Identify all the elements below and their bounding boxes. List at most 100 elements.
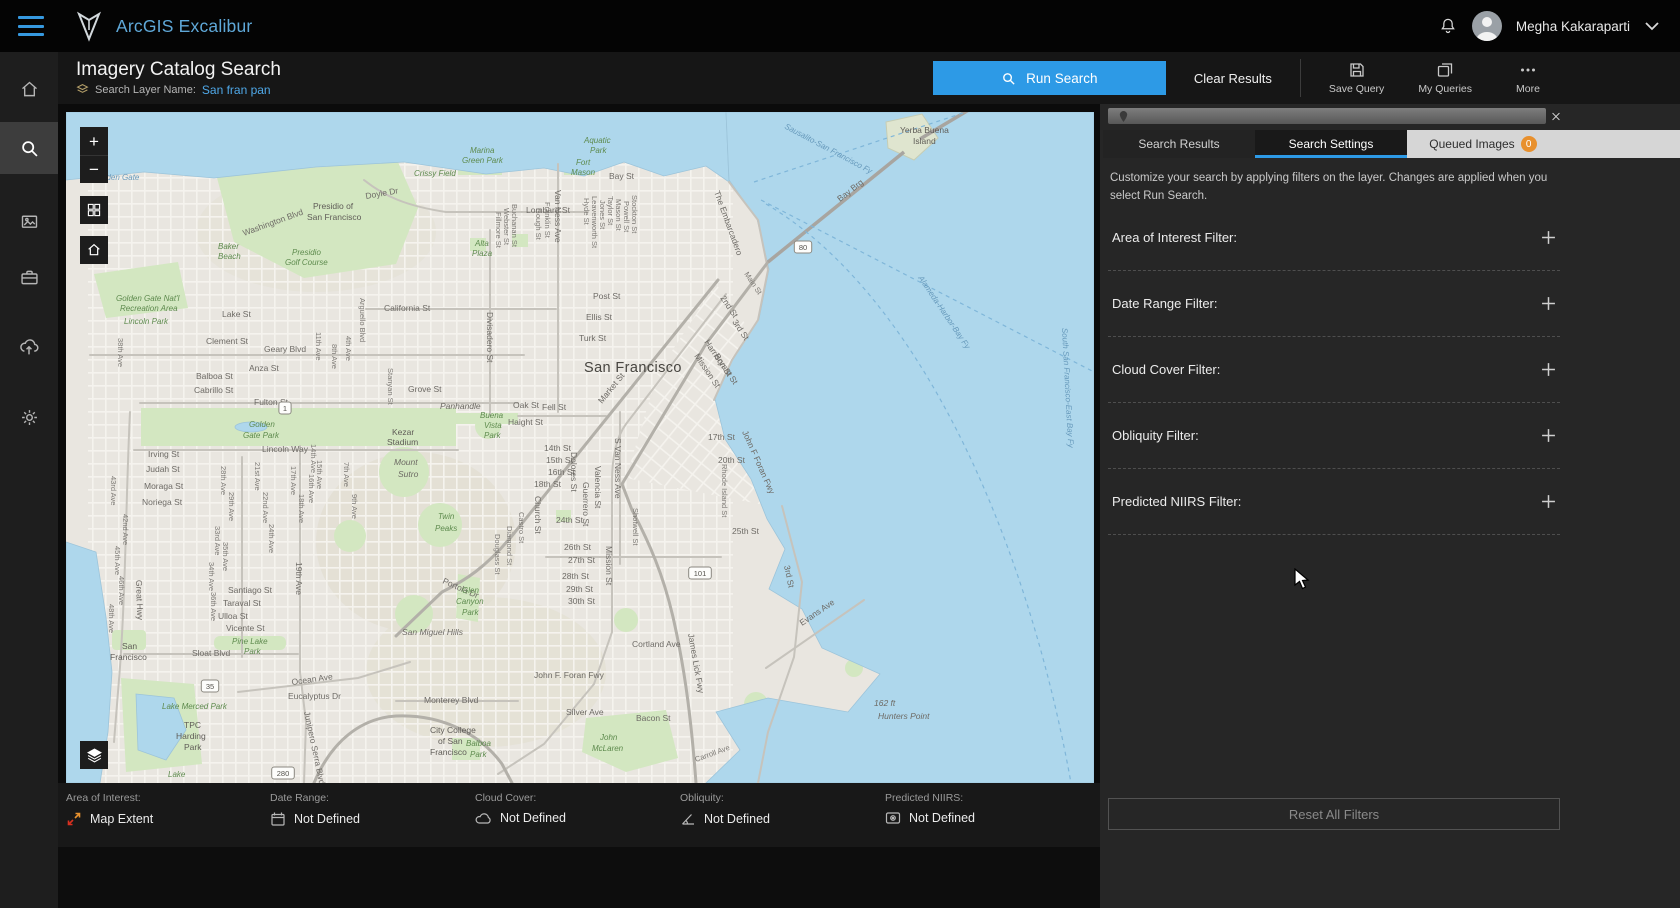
basemap-grid-button[interactable] bbox=[80, 196, 108, 224]
svg-text:John F. Foran Fwy: John F. Foran Fwy bbox=[534, 670, 605, 680]
layers-button[interactable] bbox=[80, 741, 108, 769]
map: Golden Gate Marina Green Park Aquatic Park Fo… bbox=[58, 104, 1100, 783]
home-icon bbox=[86, 242, 102, 258]
zoom-in-button[interactable]: + bbox=[80, 127, 108, 155]
sidebar-item-home[interactable] bbox=[0, 66, 58, 112]
filter-obliquity[interactable]: Obliquity Filter: bbox=[1108, 403, 1560, 469]
sidebar-item-projects[interactable] bbox=[0, 254, 58, 300]
avatar[interactable] bbox=[1471, 11, 1502, 41]
svg-text:Mason: Mason bbox=[571, 168, 596, 177]
svg-text:Arguello Blvd: Arguello Blvd bbox=[358, 298, 367, 342]
sidebar bbox=[0, 52, 58, 908]
plus-icon[interactable] bbox=[1541, 362, 1556, 377]
hamburger-menu-button[interactable] bbox=[18, 16, 44, 36]
plus-icon[interactable] bbox=[1541, 296, 1556, 311]
svg-text:8th Ave: 8th Ave bbox=[330, 344, 339, 369]
map-canvas[interactable]: Golden GateMarinaGreen ParkAquaticParkFo… bbox=[66, 112, 1094, 783]
svg-text:Stockton St: Stockton St bbox=[630, 195, 639, 234]
cloud-upload-icon bbox=[18, 336, 40, 358]
run-search-button[interactable]: Run Search bbox=[932, 61, 1166, 95]
filter-area-of-interest[interactable]: Area of Interest Filter: bbox=[1108, 205, 1560, 271]
svg-text:22nd Ave: 22nd Ave bbox=[261, 492, 270, 523]
svg-text:Bay St: Bay St bbox=[609, 171, 635, 181]
sidebar-item-search[interactable] bbox=[0, 122, 58, 174]
zoom-out-button[interactable]: − bbox=[80, 155, 108, 183]
svg-text:Lincoln Park: Lincoln Park bbox=[124, 317, 169, 326]
search-layer-link[interactable]: San fran pan bbox=[202, 83, 271, 97]
svg-text:John: John bbox=[599, 733, 618, 742]
svg-text:Douglass St: Douglass St bbox=[493, 534, 502, 575]
default-extent-button[interactable] bbox=[80, 236, 108, 264]
plus-icon[interactable] bbox=[1541, 494, 1556, 509]
svg-text:Marina: Marina bbox=[470, 146, 495, 155]
chevron-down-icon[interactable] bbox=[1644, 21, 1660, 31]
svg-text:26th St: 26th St bbox=[564, 542, 592, 552]
svg-text:Post St: Post St bbox=[593, 291, 621, 301]
svg-text:Ulloa St: Ulloa St bbox=[218, 611, 248, 621]
svg-text:Crissy Field: Crissy Field bbox=[414, 169, 456, 178]
clear-results-button[interactable]: Clear Results bbox=[1188, 70, 1278, 87]
svg-text:Haight St: Haight St bbox=[508, 417, 544, 427]
ellipsis-icon bbox=[1519, 61, 1537, 79]
svg-text:Monterey Blvd: Monterey Blvd bbox=[424, 695, 479, 705]
svg-text:16th Ave: 16th Ave bbox=[307, 474, 316, 503]
svg-text:Golden Gate Nat'l: Golden Gate Nat'l bbox=[116, 294, 180, 303]
filter-date-range[interactable]: Date Range Filter: bbox=[1108, 271, 1560, 337]
svg-text:Mission St: Mission St bbox=[604, 546, 614, 586]
svg-text:46th Ave: 46th Ave bbox=[117, 576, 126, 605]
svg-text:Park: Park bbox=[590, 146, 607, 155]
svg-text:Vista: Vista bbox=[484, 421, 502, 430]
notifications-bell-icon[interactable] bbox=[1438, 16, 1458, 36]
tab-queued-images[interactable]: Queued Images 0 bbox=[1407, 130, 1559, 158]
svg-text:Divisadero St: Divisadero St bbox=[485, 312, 495, 363]
search-settings-panel: Search Results Search Settings Queued Im… bbox=[1100, 104, 1680, 908]
sidebar-item-upload[interactable] bbox=[0, 324, 58, 370]
status-label: Area of Interest: bbox=[66, 792, 141, 804]
zoom-control: + − bbox=[80, 127, 108, 183]
svg-text:18th Ave: 18th Ave bbox=[297, 494, 306, 523]
svg-text:San Francisco: San Francisco bbox=[307, 212, 362, 222]
layer-icon bbox=[76, 83, 89, 96]
map-extent-icon bbox=[66, 811, 82, 827]
grid-icon bbox=[86, 202, 102, 218]
svg-text:Presidio of: Presidio of bbox=[313, 201, 354, 211]
filter-cloud-cover[interactable]: Cloud Cover Filter: bbox=[1108, 337, 1560, 403]
svg-text:16th St: 16th St bbox=[548, 467, 576, 477]
svg-text:Beach: Beach bbox=[218, 252, 241, 261]
more-button[interactable]: More bbox=[1500, 60, 1556, 96]
close-icon[interactable] bbox=[1546, 106, 1566, 126]
svg-text:11th Ave: 11th Ave bbox=[314, 332, 323, 361]
plus-icon[interactable] bbox=[1541, 230, 1556, 245]
svg-text:Cabrillo St: Cabrillo St bbox=[194, 385, 234, 395]
svg-text:Van Ness Ave: Van Ness Ave bbox=[553, 190, 563, 243]
svg-text:14th St: 14th St bbox=[544, 443, 572, 453]
panel-drag-bar[interactable] bbox=[1108, 108, 1546, 124]
status-label: Date Range: bbox=[270, 792, 329, 804]
svg-text:San Francisco: San Francisco bbox=[584, 360, 682, 376]
svg-text:Gate Park: Gate Park bbox=[243, 431, 280, 440]
svg-text:Irving St: Irving St bbox=[148, 449, 180, 459]
svg-text:Leavenworth St: Leavenworth St bbox=[590, 196, 599, 249]
reset-all-filters-button[interactable]: Reset All Filters bbox=[1108, 798, 1560, 830]
queries-icon bbox=[1436, 61, 1454, 79]
niirs-image-icon bbox=[885, 811, 901, 825]
tab-search-settings[interactable]: Search Settings bbox=[1255, 130, 1407, 158]
svg-text:29th St: 29th St bbox=[566, 584, 594, 594]
svg-text:Aquatic: Aquatic bbox=[583, 136, 611, 145]
filter-predicted-niirs[interactable]: Predicted NIIRS Filter: bbox=[1108, 469, 1560, 535]
plus-icon[interactable] bbox=[1541, 428, 1556, 443]
my-queries-button[interactable]: My Queries bbox=[1412, 60, 1478, 96]
svg-text:45th Ave: 45th Ave bbox=[113, 546, 122, 575]
svg-text:Park: Park bbox=[484, 431, 501, 440]
sidebar-item-imagery[interactable] bbox=[0, 198, 58, 244]
svg-text:Taraval St: Taraval St bbox=[223, 598, 261, 608]
obliquity-angle-icon bbox=[680, 811, 696, 827]
svg-text:Rhode Island St: Rhode Island St bbox=[720, 464, 729, 518]
tab-search-results[interactable]: Search Results bbox=[1103, 130, 1255, 158]
svg-text:Buena: Buena bbox=[480, 411, 504, 420]
svg-text:19th Ave: 19th Ave bbox=[294, 562, 304, 595]
save-query-button[interactable]: Save Query bbox=[1323, 60, 1390, 96]
svg-text:Fillmore St: Fillmore St bbox=[494, 212, 503, 249]
sidebar-item-settings[interactable] bbox=[0, 394, 58, 440]
svg-text:Sutro: Sutro bbox=[398, 469, 419, 479]
